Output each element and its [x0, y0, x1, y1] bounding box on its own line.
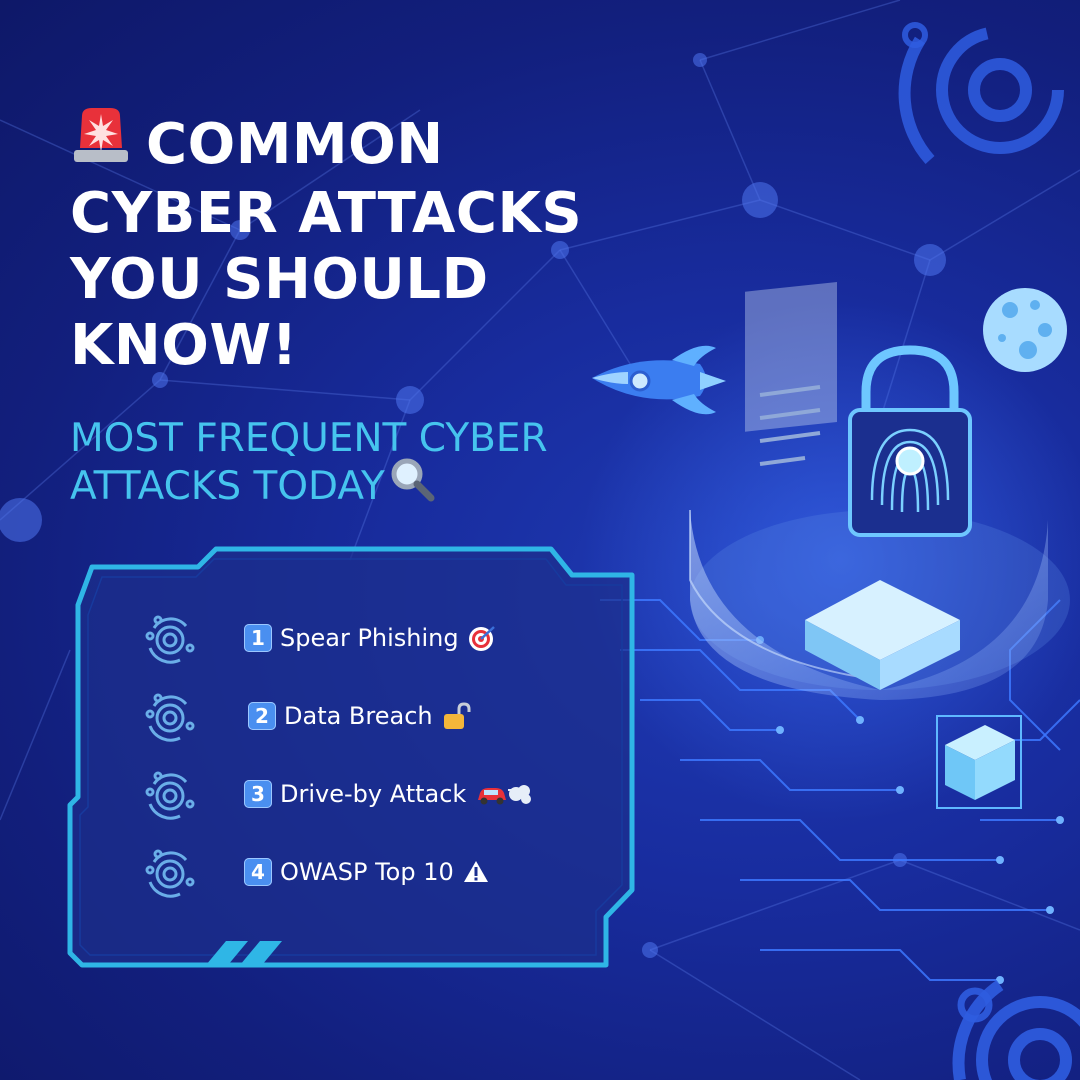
list-item-label: OWASP Top 10	[280, 858, 454, 886]
poster-canvas: COMMON CYBER ATTACKS YOU SHOULD KNOW! MO…	[0, 0, 1080, 1080]
cyber-ring-icon	[145, 849, 195, 898]
subtitle-line-1: MOST FREQUENT CYBER	[70, 416, 548, 461]
cyber-ring-icon	[145, 615, 195, 664]
subtitle-line-2: ATTACKS TODAY	[70, 464, 385, 509]
number-badge: 4	[244, 858, 272, 886]
number-badge: 3	[244, 780, 272, 808]
unlocked-padlock-icon	[441, 702, 471, 730]
warning-icon	[462, 858, 492, 886]
title-line-4: KNOW!	[70, 313, 298, 379]
cyber-ring-decor-bottom	[952, 980, 1080, 1080]
moon-icon	[983, 288, 1067, 372]
cyber-ring-decor-top	[898, 22, 1064, 164]
title-line-3: YOU SHOULD	[70, 247, 489, 313]
list-item-label: Drive-by Attack	[280, 780, 467, 808]
number-badge: 1	[244, 624, 272, 652]
number-badge: 2	[248, 702, 276, 730]
list-item: 3 Drive-by Attack	[140, 762, 534, 826]
list-item-label: Spear Phishing	[280, 624, 459, 652]
cyber-ring-icon	[145, 693, 195, 742]
magnifying-glass-icon	[389, 456, 435, 514]
cyber-ring-icon	[145, 771, 195, 820]
list-item: 4 OWASP Top 10	[140, 840, 492, 904]
list-item-label: Data Breach	[284, 702, 433, 730]
list-item: 2 Data Breach	[140, 684, 471, 748]
subtitle: MOST FREQUENT CYBER ATTACKS TODAY	[70, 415, 710, 514]
title-line-1: COMMON	[146, 112, 444, 177]
list-item: 1 Spear Phishing	[140, 606, 497, 670]
target-icon	[467, 624, 497, 652]
car-dash-icon	[474, 780, 534, 808]
title-line-2: CYBER ATTACKS	[70, 181, 583, 247]
siren-icon	[70, 104, 132, 181]
page-title: COMMON CYBER ATTACKS YOU SHOULD KNOW!	[70, 108, 690, 379]
